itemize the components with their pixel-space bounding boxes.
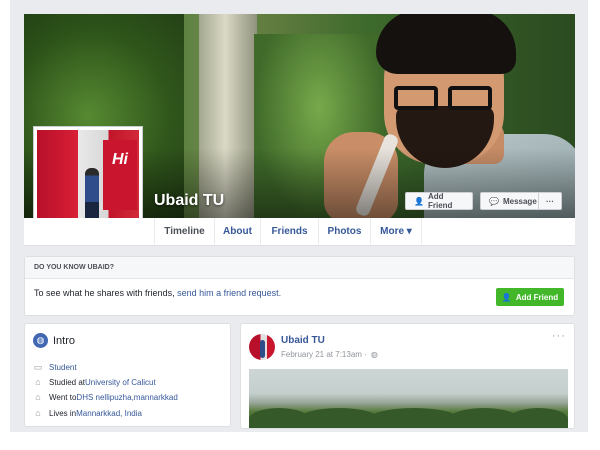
post-options-button[interactable]: ···	[552, 330, 566, 342]
post-photo-tree	[369, 408, 459, 428]
tab-photos[interactable]: Photos	[318, 218, 370, 246]
friend-suggestion-prefix: To see what he shares with friends,	[34, 288, 178, 298]
post-time-text: February 21 at 7:13am ·	[281, 350, 367, 359]
graduation-cap-icon: ⌂	[35, 392, 41, 402]
profile-picture-image: Hi	[37, 130, 139, 232]
add-friend-green-button[interactable]: 👤 Add Friend	[496, 288, 564, 306]
messenger-icon: 💬	[489, 196, 499, 206]
post-avatar[interactable]	[249, 334, 275, 360]
friend-suggestion-text: To see what he shares with friends, send…	[34, 288, 281, 298]
intro-card: ◍ Intro ▭ Student ⌂ Studied at Universit…	[24, 323, 231, 427]
tab-timeline[interactable]: Timeline	[154, 218, 214, 246]
friend-suggestion-heading: DO YOU KNOW UBAID?	[25, 257, 574, 279]
intro-item-work: ▭ Student	[33, 362, 77, 373]
graduation-cap-icon: ⌂	[35, 377, 41, 387]
intro-item-school: ⌂ Went to DHS nellipuzha,mannarkkad	[33, 392, 178, 402]
intro-item-location: ⌂ Lives in Mannarkkad, India	[33, 408, 142, 418]
add-friend-button[interactable]: 👤 Add Friend	[405, 192, 473, 210]
globe-icon: ◍	[370, 350, 378, 359]
post-author[interactable]: Ubaid TU	[281, 335, 325, 346]
add-friend-icon: 👤	[414, 196, 424, 206]
profile-picture-sign: Hi	[103, 140, 137, 210]
home-icon: ⌂	[35, 408, 41, 418]
add-friend-label: Add Friend	[427, 192, 453, 210]
more-options-label: ···	[546, 196, 554, 206]
post-photo-tree	[509, 408, 568, 428]
more-options-button[interactable]: ···	[538, 192, 562, 210]
intro-item-university: ⌂ Studied at University of Calicut	[33, 377, 156, 387]
send-friend-request-link[interactable]: send him a friend request.	[177, 288, 281, 298]
intro-item-prefix: Went to	[49, 392, 77, 402]
add-friend-green-icon: 👤	[501, 292, 512, 302]
add-friend-green-label: Add Friend	[515, 292, 559, 302]
post-avatar-figure	[260, 340, 265, 358]
profile-tab-bar: Timeline About Friends Photos More ▾	[24, 218, 575, 246]
post-photo-tree	[299, 408, 379, 428]
intro-item-prefix: Studied at	[49, 377, 86, 387]
intro-title: Intro	[53, 335, 76, 347]
globe-icon: ◍	[33, 333, 48, 348]
intro-item-link[interactable]: University of Calicut	[85, 378, 156, 387]
person-hair	[376, 14, 516, 74]
post-timestamp[interactable]: February 21 at 7:13am · ◍	[281, 350, 378, 359]
intro-item-link[interactable]: Mannarkkad, India	[76, 409, 142, 418]
message-button[interactable]: 💬 Message	[480, 192, 538, 210]
post-photo[interactable]	[249, 369, 568, 428]
briefcase-icon: ▭	[33, 362, 43, 372]
intro-item-prefix: Lives in	[49, 408, 77, 418]
profile-name[interactable]: Ubaid TU	[154, 192, 224, 210]
tab-friends[interactable]: Friends	[260, 218, 318, 246]
tab-about[interactable]: About	[214, 218, 260, 246]
tab-more[interactable]: More ▾	[370, 218, 422, 246]
person-glasses	[394, 86, 498, 112]
timeline-post: Ubaid TU February 21 at 7:13am · ◍ ···	[240, 323, 575, 429]
intro-item-link[interactable]: Student	[49, 363, 77, 372]
message-label: Message	[502, 196, 537, 206]
intro-item-link[interactable]: DHS nellipuzha,mannarkkad	[76, 393, 177, 402]
friend-suggestion-box: DO YOU KNOW UBAID? To see what he shares…	[24, 256, 575, 316]
